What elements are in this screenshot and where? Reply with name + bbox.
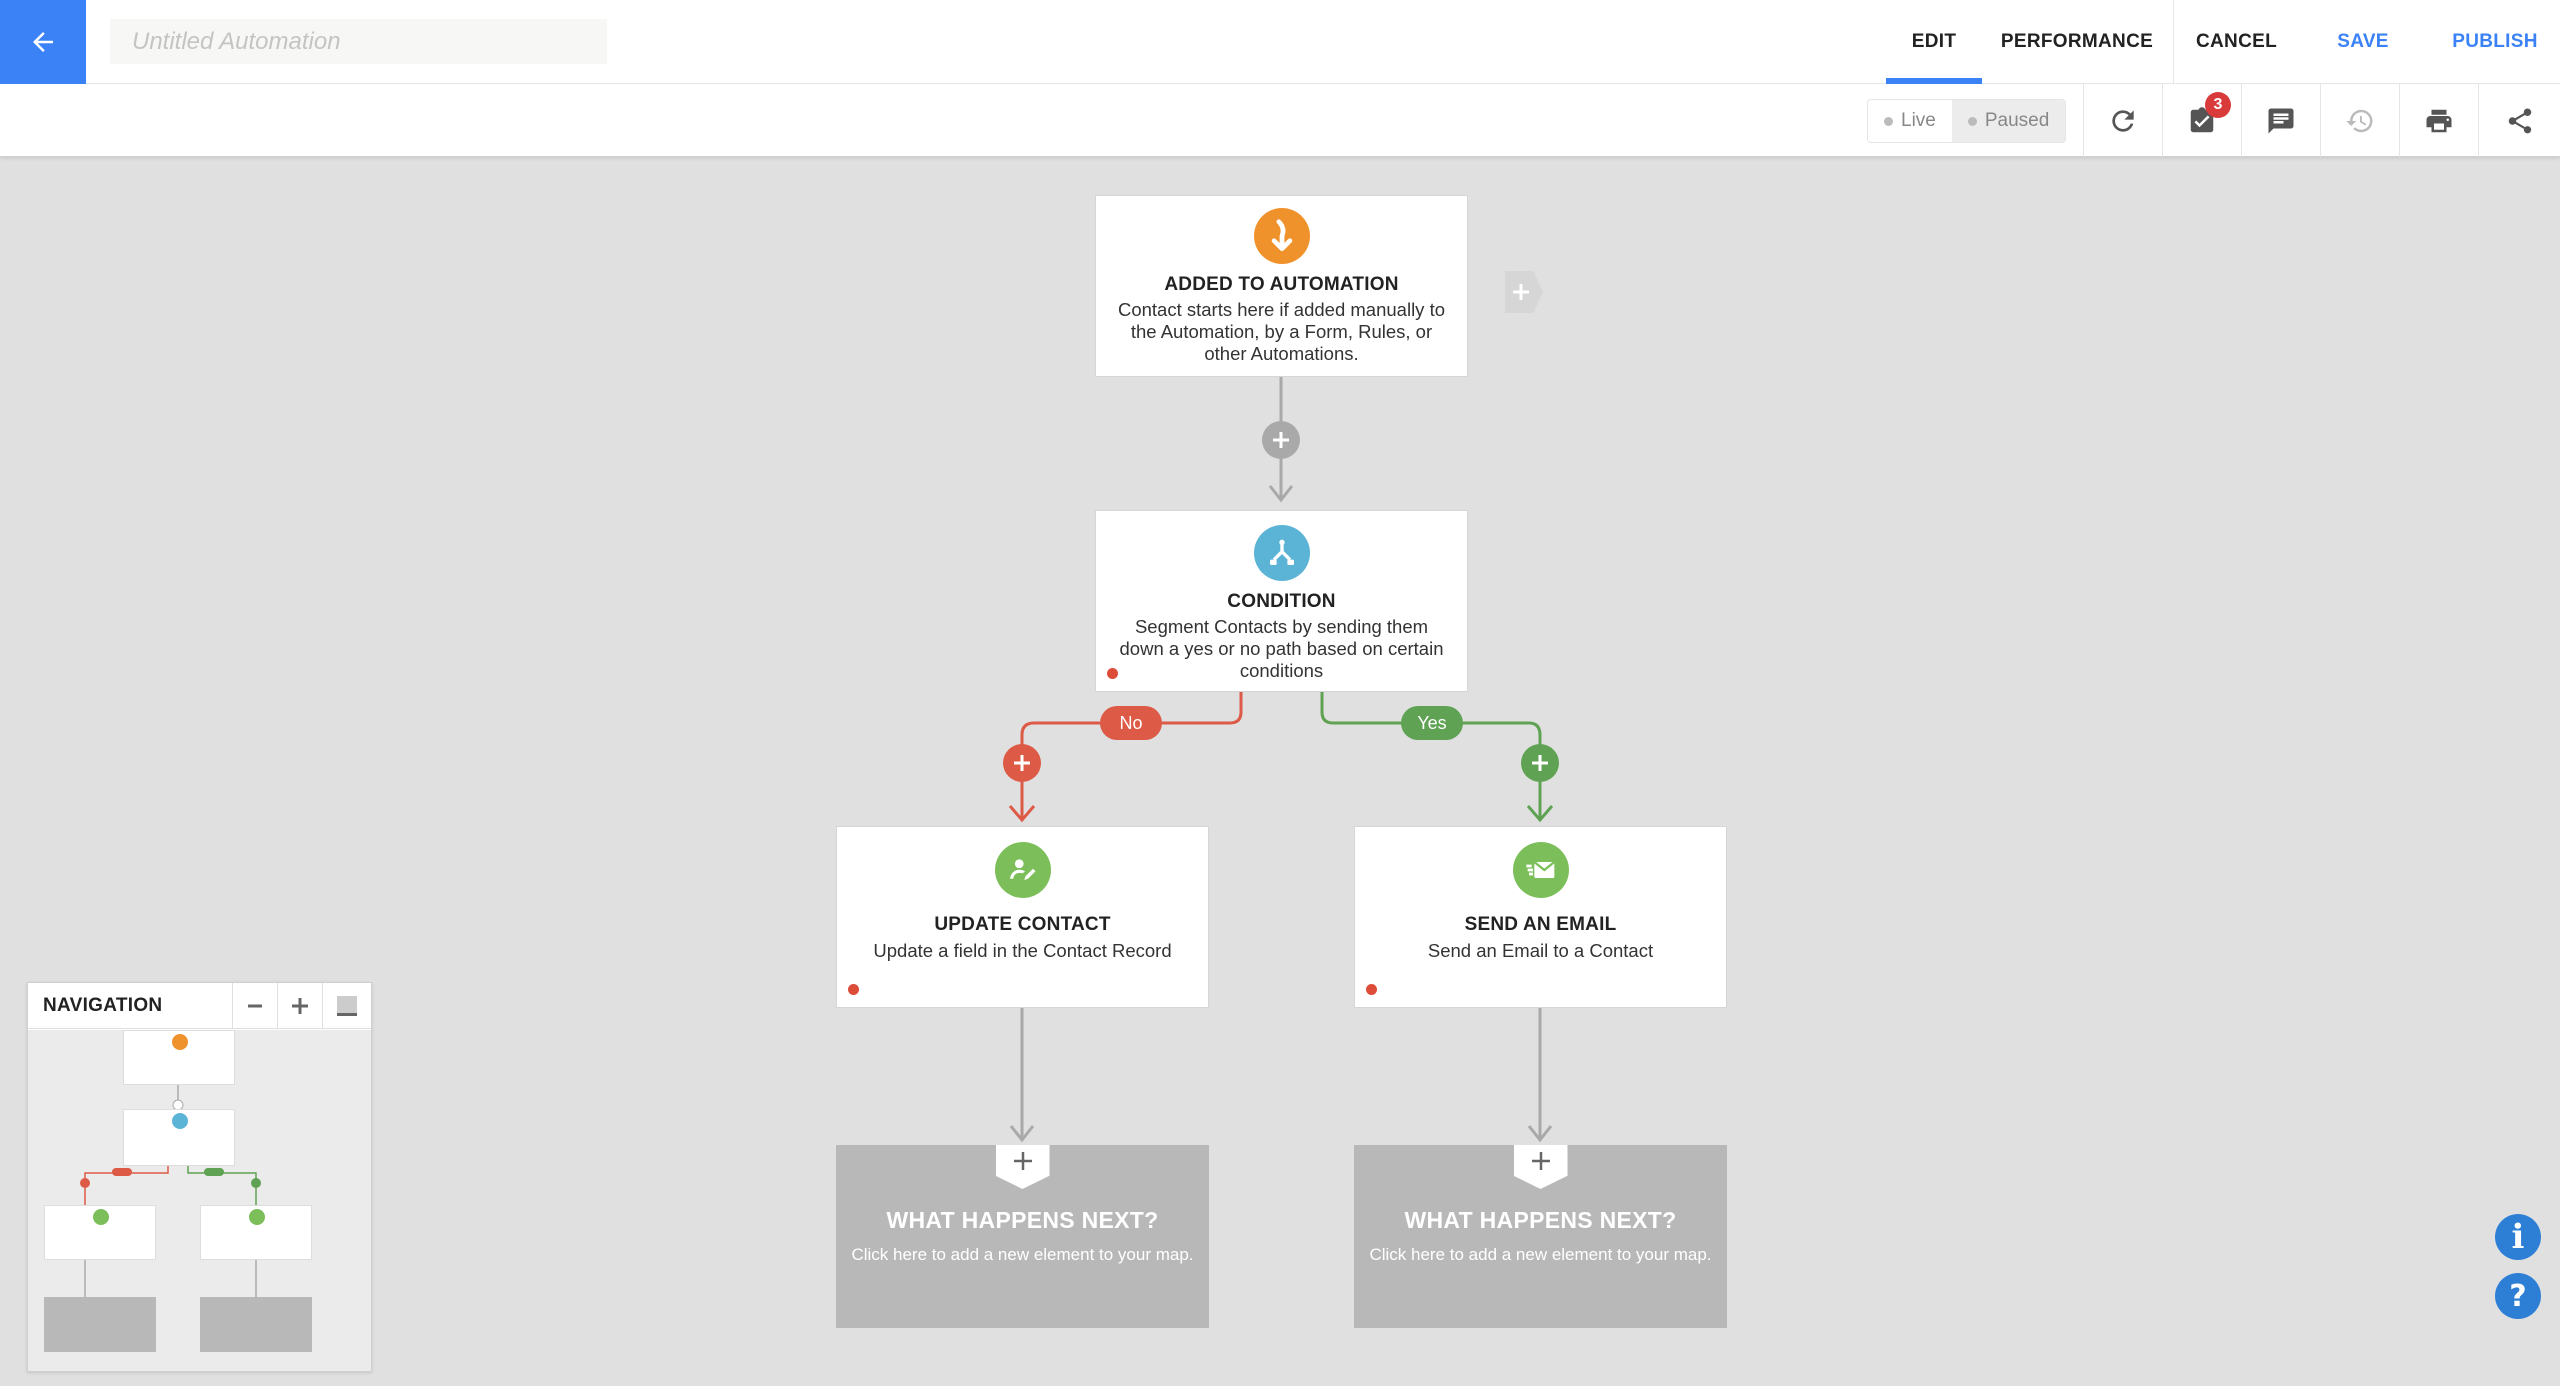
fit-view-icon (337, 996, 357, 1016)
email-icon (249, 1209, 265, 1225)
node-title: ADDED TO AUTOMATION (1164, 274, 1399, 295)
plus-icon (1532, 755, 1548, 771)
branch-icon (1253, 525, 1310, 581)
what-happens-next-right[interactable]: WHAT HAPPENS NEXT? Click here to add a n… (1354, 1145, 1727, 1328)
next-title: WHAT HAPPENS NEXT? (886, 1207, 1159, 1233)
trigger-node-added-to-automation[interactable]: ADDED TO AUTOMATION Contact starts here … (1095, 195, 1468, 377)
navigation-title: NAVIGATION (43, 995, 163, 1016)
node-title: CONDITION (1227, 591, 1336, 612)
add-step-no-path-button[interactable] (1003, 744, 1041, 782)
branch-icon (172, 1113, 188, 1129)
help-button[interactable]: ? (2495, 1273, 2541, 1319)
update-contact-node[interactable]: UPDATE CONTACT Update a field in the Con… (836, 826, 1209, 1008)
add-step-yes-path-button[interactable] (1521, 744, 1559, 782)
plus-icon (1013, 1152, 1032, 1170)
error-indicator (1107, 668, 1118, 679)
add-element-tab[interactable] (1513, 1145, 1568, 1189)
edit-contact-icon (994, 842, 1051, 898)
navigation-header: NAVIGATION (28, 983, 371, 1029)
plus-icon (292, 998, 308, 1014)
add-element-tab[interactable] (995, 1145, 1050, 1189)
what-happens-next-left[interactable]: WHAT HAPPENS NEXT? Click here to add a n… (836, 1145, 1209, 1328)
question-icon: ? (2509, 1278, 2527, 1314)
no-path-label[interactable]: No (1100, 706, 1162, 740)
yes-path-label[interactable]: Yes (1401, 706, 1463, 740)
entry-arrow-icon (1253, 208, 1310, 264)
info-button[interactable]: i (2495, 1214, 2541, 1260)
error-indicator (848, 984, 859, 995)
edit-contact-icon (93, 1209, 109, 1225)
node-description: Contact starts here if added manually to… (1117, 299, 1445, 364)
minimap[interactable] (28, 1030, 371, 1371)
fit-view-button[interactable] (322, 983, 371, 1029)
next-description: Click here to add a new element to your … (1369, 1245, 1712, 1264)
email-icon (1512, 842, 1569, 898)
plus-icon (1014, 755, 1030, 771)
minimap-send-email-node (200, 1205, 312, 1260)
plus-icon (1513, 284, 1529, 300)
condition-node[interactable]: CONDITION Segment Contacts by sending th… (1095, 510, 1468, 692)
minimap-next-right (200, 1297, 312, 1352)
info-icon: i (2511, 1217, 2525, 1257)
zoom-out-button[interactable] (232, 983, 277, 1029)
minus-icon (248, 1004, 262, 1008)
zoom-in-button[interactable] (277, 983, 322, 1029)
plus-icon (1273, 432, 1289, 448)
minimap-trigger-node (123, 1030, 235, 1085)
plus-icon (1531, 1152, 1550, 1170)
minimap-condition-node (123, 1109, 235, 1166)
send-email-node[interactable]: SEND AN EMAIL Send an Email to a Contact (1354, 826, 1727, 1008)
next-description: Click here to add a new element to your … (851, 1245, 1194, 1264)
node-description: Segment Contacts by sending them down a … (1119, 616, 1444, 681)
navigation-panel: NAVIGATION (27, 982, 372, 1372)
node-description: Send an Email to a Contact (1427, 940, 1654, 961)
next-title: WHAT HAPPENS NEXT? (1404, 1207, 1677, 1233)
minimap-next-left (44, 1297, 156, 1352)
node-title: UPDATE CONTACT (934, 914, 1111, 935)
entry-arrow-icon (172, 1034, 188, 1050)
minimap-update-contact-node (44, 1205, 156, 1260)
node-description: Update a field in the Contact Record (873, 940, 1172, 961)
add-step-button[interactable] (1262, 421, 1300, 459)
error-indicator (1366, 984, 1377, 995)
node-title: SEND AN EMAIL (1464, 914, 1617, 935)
